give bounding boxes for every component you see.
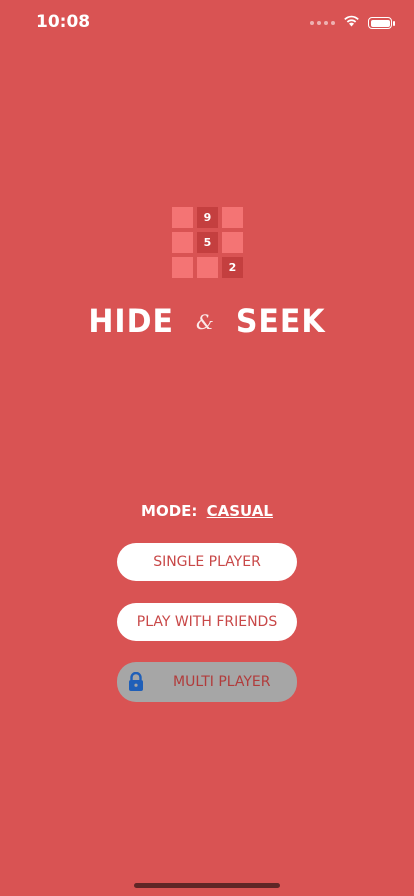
single-player-button[interactable]: SINGLE PLAYER: [117, 543, 297, 581]
logo-cell: 5: [197, 232, 218, 253]
home-screen: 10:08 9 5 2 HIDE & SEEK MODE: CASUAL SIN…: [0, 0, 414, 896]
logo-cell: [197, 257, 218, 278]
mode-label: MODE:: [141, 502, 198, 520]
mode-value-link[interactable]: CASUAL: [207, 502, 273, 520]
logo-cell: 2: [222, 257, 243, 278]
logo-grid: 9 5 2: [172, 207, 243, 279]
home-indicator: [134, 883, 280, 888]
status-bar: 10:08: [0, 0, 414, 44]
logo-cell: [222, 207, 243, 228]
wifi-icon: [343, 14, 360, 32]
logo-cell: 9: [197, 207, 218, 228]
multi-player-label: MULTI PLAYER: [173, 674, 271, 690]
signal-icon: [310, 21, 335, 25]
battery-icon: [368, 17, 395, 29]
play-with-friends-button[interactable]: PLAY WITH FRIENDS: [117, 603, 297, 641]
status-time: 10:08: [36, 12, 91, 32]
logo-cell: [172, 232, 193, 253]
mode-row: MODE: CASUAL: [0, 502, 414, 520]
status-icons: [310, 14, 395, 32]
title-hide: HIDE: [88, 302, 174, 341]
lock-icon: [127, 672, 145, 692]
logo-cell: [172, 257, 193, 278]
multi-player-button[interactable]: MULTI PLAYER: [117, 662, 297, 702]
app-title: HIDE & SEEK: [0, 302, 414, 341]
title-seek: SEEK: [235, 302, 326, 341]
logo-cell: [222, 232, 243, 253]
title-ampersand: &: [196, 309, 214, 334]
logo-cell: [172, 207, 193, 228]
